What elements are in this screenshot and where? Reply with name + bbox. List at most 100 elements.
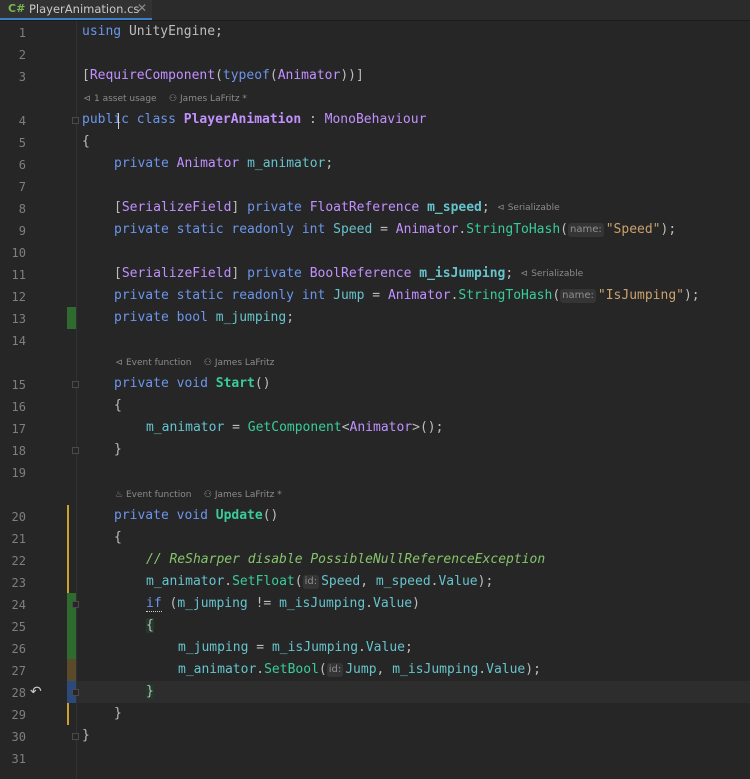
event-function-hint[interactable]: Event function [126,358,191,368]
parameter-hint: name: [567,223,604,237]
code-line-18[interactable]: } [114,439,122,461]
author-hint[interactable]: James LaFritz * [180,94,247,104]
tab-playeranimation[interactable]: C# PlayerAnimation.cs ✕ [0,0,152,20]
code-line-27[interactable]: m_animator.SetBool(id: Jump, m_isJumping.… [178,659,541,681]
token: m_jumping [215,310,287,325]
token: [ [114,266,122,281]
line-number: 25 [11,620,26,634]
token: public [82,112,129,127]
vcs-added-marker[interactable] [67,615,76,659]
token: . [256,662,265,677]
parameter-hint: name: [560,289,596,303]
token: m_speed [375,574,431,589]
serializable-icon: ⊲ [520,269,528,279]
token: using [82,24,122,39]
line-number: 2 [18,48,26,62]
line-number: 8 [18,202,26,216]
matched-brace: { [146,618,154,633]
code-line-23[interactable]: m_animator.SetFloat(id: Speed, m_speed.Va… [146,571,493,593]
fold-icon[interactable] [72,689,79,696]
token: m_isJumping [271,640,359,655]
code-line-15[interactable]: private void Start() [114,373,271,395]
token: Start [215,376,255,391]
code-line-22[interactable]: // ReSharper disable PossibleNullReferen… [146,549,545,571]
token: "IsJumping" [597,288,684,303]
fold-icon[interactable] [72,601,79,608]
code-line-30[interactable]: } [82,725,90,747]
token: . [365,596,373,611]
codevision-hint[interactable]: ⊲ Event function ⚇ James LaFritz [114,358,274,370]
close-icon[interactable]: ✕ [137,1,147,15]
gutter-separator [76,21,77,779]
token: Animator [277,68,341,83]
author-hint[interactable]: James LaFritz [215,358,275,368]
code-line-29[interactable]: } [114,703,122,725]
token: ; [286,310,295,325]
code-line-13[interactable]: private bool m_jumping; [114,307,294,329]
event-function-hint[interactable]: Event function [126,490,191,500]
line-number: 16 [11,400,26,414]
person-icon: ⚇ [203,358,212,368]
usages-hint[interactable]: 1 asset usage [94,94,157,104]
code-line-4[interactable]: public class PlayerAnimation : MonoBehav… [82,109,426,131]
serializable-hint[interactable]: ⊲ Serializable [519,269,583,279]
code-line-8[interactable]: [SerializeField] private FloatReference … [114,197,560,219]
vcs-added-marker[interactable] [67,307,76,329]
line-number: 22 [11,554,26,568]
token: StringToHash [458,288,553,303]
serializable-hint[interactable]: ⊲ Serializable [496,203,560,213]
fold-icon[interactable] [72,447,79,454]
token: >(); [412,420,444,435]
code-line-3[interactable]: [RequireComponent(typeof(Animator))] [82,65,364,87]
vcs-modified-marker[interactable] [67,659,76,681]
code-line-5[interactable]: { [82,131,90,153]
token: ); [525,662,541,677]
line-number: 29 [11,708,26,722]
code-line-9[interactable]: private static readonly int Speed = Anim… [114,219,676,241]
token: BoolReference [309,266,420,281]
code-line-28[interactable]: } [146,681,154,703]
code-line-11[interactable]: [SerializeField] private BoolReference m… [114,263,583,285]
fold-icon[interactable] [72,381,79,388]
author-hint[interactable]: James LaFritz * [215,490,282,500]
token: ; [481,200,490,215]
token: [ [82,68,90,83]
code-line-17[interactable]: m_animator = GetComponent<Animator>(); [146,417,443,439]
code-line-20[interactable]: private void Update() [114,505,278,527]
token: ) [412,596,420,611]
codevision-hint[interactable]: ♨ Event function ⚇ James LaFritz * [114,490,282,502]
codevision-hint[interactable]: ⊲ 1 asset usage ⚇ James LaFritz * [82,94,247,106]
token: Value [486,662,526,677]
code-line-21[interactable]: { [114,527,122,549]
current-line-highlight [77,681,750,703]
token: Animator [168,156,248,171]
code-line-24[interactable]: if (m_jumping != m_isJumping.Value) [146,593,420,615]
fold-icon[interactable] [72,117,79,124]
token: ); [683,288,700,303]
line-number: 19 [11,466,26,480]
line-number: 15 [11,378,26,392]
person-icon: ⚇ [168,94,178,104]
matched-brace: } [146,684,154,699]
line-number: 20 [11,510,26,524]
serializable-icon: ⊲ [496,203,505,213]
token: = [224,420,248,435]
token: private void [114,376,216,391]
code-line-1[interactable]: using UnityEngine; [82,21,223,43]
code-line-12[interactable]: private static readonly int Jump = Anima… [114,285,700,307]
fold-icon[interactable] [72,733,79,740]
revert-icon[interactable]: ↶ [30,684,42,700]
hint-text: Serializable [531,269,584,279]
token: typeof [222,68,270,83]
token: Update [215,508,263,523]
code-line-26[interactable]: m_jumping = m_isJumping.Value; [178,637,413,659]
code-line-6[interactable]: private Animator m_animator; [114,153,333,175]
token: GetComponent [247,420,342,435]
token: private [114,156,169,171]
token: . [358,640,366,655]
token: m_isJumping [392,662,479,677]
code-line-25[interactable]: { [146,615,154,637]
token: ( [318,662,327,677]
code-line-16[interactable]: { [114,395,122,417]
token: m_isJumping [419,266,506,281]
